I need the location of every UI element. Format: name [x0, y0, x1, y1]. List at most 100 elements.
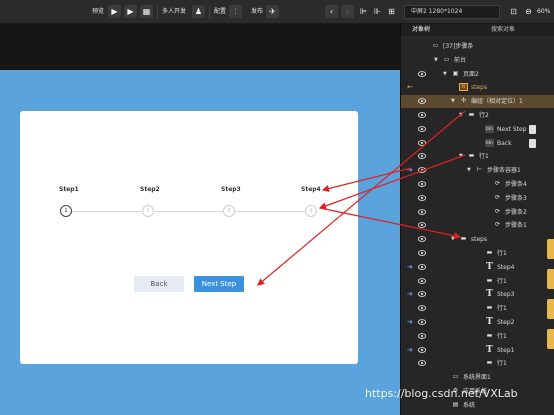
step-circle-4[interactable]: 4 [305, 205, 317, 217]
expand-caret-icon[interactable]: ▼ [451, 233, 455, 246]
side-tab[interactable] [547, 299, 554, 319]
expand-caret-icon[interactable]: ▼ [434, 54, 438, 67]
step-circle-1[interactable]: 1 [60, 205, 72, 217]
tree-row[interactable]: ▭ [37]步骤条 [401, 40, 554, 53]
tree-row-label: steps [471, 84, 488, 92]
node-type-icon: ✣ [460, 97, 467, 105]
tree-row[interactable]: btn Next Step [401, 123, 554, 136]
visibility-eye-icon[interactable] [418, 346, 426, 353]
visibility-eye-icon[interactable] [418, 208, 426, 215]
step-circle-2[interactable]: 2 [142, 205, 154, 217]
publish-send-icon[interactable]: ✈ [266, 5, 279, 18]
align-icon[interactable]: ⊫ [357, 5, 370, 18]
visibility-eye-icon[interactable] [418, 194, 426, 201]
expand-caret-icon[interactable]: ▼ [451, 95, 455, 108]
collab-user-icon[interactable]: ♟ [192, 5, 205, 18]
visibility-eye-icon[interactable] [418, 167, 426, 174]
visibility-eye-icon[interactable] [418, 139, 426, 146]
visibility-eye-icon[interactable] [418, 98, 426, 105]
tree-row[interactable]: ▬ 行1 [401, 275, 554, 288]
visibility-eye-icon[interactable] [418, 236, 426, 243]
expand-caret-icon[interactable]: ▼ [443, 68, 447, 81]
visibility-eye-icon[interactable] [418, 153, 426, 160]
tree-row[interactable]: ▬ 行1 [401, 302, 554, 315]
nav-back-icon[interactable]: ‹ [325, 5, 338, 18]
zoom-level[interactable]: 60% [537, 4, 550, 20]
tree-row[interactable]: ▼ ✣ 编组（相对定位）1 [401, 95, 554, 109]
expand-caret-icon[interactable]: ▼ [459, 150, 463, 163]
next-step-button[interactable]: Next Step [194, 276, 244, 292]
config-sliders-icon[interactable]: ⫶ [229, 5, 242, 18]
visibility-eye-icon[interactable] [418, 112, 426, 118]
visibility-eye-icon[interactable] [418, 277, 426, 284]
tree-row[interactable]: ⟳ 步骤条1 [401, 219, 554, 232]
node-type-icon: ⟳ [494, 193, 501, 201]
side-tab[interactable] [547, 239, 554, 259]
nav-forward-icon[interactable]: › [341, 5, 354, 18]
distribute-icon[interactable]: ⊪ [371, 5, 384, 18]
tree-row[interactable]: ➔ T Step1 [401, 344, 554, 357]
visibility-eye-icon[interactable] [418, 125, 426, 132]
tree-row[interactable]: ▬ 行1 [401, 357, 554, 370]
arrow-right-icon: ➔ [407, 345, 413, 354]
qr-code-icon[interactable]: ▦ [140, 5, 153, 18]
lock-icon[interactable] [529, 138, 536, 148]
tree-row[interactable]: ▼ ▬ steps [401, 233, 554, 246]
tree-row-label: 页面2 [463, 70, 479, 78]
visibility-eye-icon[interactable] [418, 263, 426, 270]
side-tab[interactable] [547, 329, 554, 349]
tree-row[interactable]: btn Back [401, 137, 554, 150]
tree-row[interactable]: ▬ 行1 [401, 330, 554, 343]
visibility-eye-icon[interactable] [418, 70, 426, 77]
step-circle-3[interactable]: 3 [223, 205, 235, 217]
tree-row[interactable]: ▭ 系统界面1 [401, 371, 554, 384]
tab-search-objects[interactable]: 搜索对象 [481, 24, 525, 36]
tree-row[interactable]: ⟳ 步骤条3 [401, 192, 554, 205]
visibility-eye-icon[interactable] [418, 291, 426, 298]
ruler-strip [0, 24, 400, 70]
visibility-eye-icon[interactable] [418, 222, 426, 229]
tree-row[interactable]: ▼ ▭ 前台 [401, 54, 554, 67]
device-select[interactable]: 中屏2 1280*1024 [404, 5, 500, 19]
tree-row[interactable]: ➔ ▼ ⊢ 步骤条容器1 [401, 164, 554, 177]
play-step-icon[interactable]: ▶ [124, 5, 137, 18]
tree-row-label: 行1 [497, 360, 507, 368]
play-icon[interactable]: ▶ [108, 5, 121, 18]
node-type-icon: ▭ [432, 42, 439, 49]
lock-icon[interactable] [529, 124, 536, 134]
step-connector [154, 211, 224, 212]
zoom-icon[interactable]: ⊖ [522, 5, 535, 18]
arrow-right-icon: ➔ [407, 262, 413, 271]
visibility-eye-icon[interactable] [418, 181, 426, 187]
tree-row[interactable]: ▼ ▬ 行1 [401, 150, 554, 163]
node-type-icon: btn [485, 138, 494, 147]
tree-row[interactable]: ➔ T Step4 [401, 261, 554, 274]
fit-screen-icon[interactable]: ⊡ [507, 5, 520, 18]
design-canvas[interactable]: Step1 Step2 Step3 Step4 1 2 3 4 Back Nex… [0, 70, 400, 415]
tree-row-label: Step1 [497, 346, 515, 354]
tree-row[interactable]: ▬ 行1 [401, 247, 554, 260]
tree-row[interactable]: ➔ T Step2 [401, 316, 554, 329]
tree-row[interactable]: ← Nsteps [401, 81, 554, 94]
visibility-eye-icon[interactable] [418, 250, 426, 256]
tree-row[interactable]: ▤ 系统 [401, 399, 554, 412]
node-type-icon: ▬ [486, 359, 493, 367]
tree-row[interactable]: ➔ T Step3 [401, 288, 554, 301]
back-button[interactable]: Back [134, 276, 184, 292]
tree-row[interactable]: ▼ ▣ 页面2 [401, 68, 554, 81]
tree-row[interactable]: ▼ ▬ 行2 [401, 109, 554, 122]
side-tab[interactable] [547, 269, 554, 289]
visibility-eye-icon[interactable] [418, 332, 426, 339]
node-type-icon: T [486, 317, 493, 327]
visibility-eye-icon[interactable] [418, 305, 426, 312]
visibility-eye-icon[interactable] [418, 360, 426, 367]
tree-row[interactable]: ⟳ 步骤条4 [401, 178, 554, 191]
steps-card[interactable]: Step1 Step2 Step3 Step4 1 2 3 4 Back Nex… [20, 111, 358, 364]
expand-caret-icon[interactable]: ▼ [459, 109, 463, 122]
tree-row[interactable]: ⟳ 步骤条2 [401, 206, 554, 219]
tree-row-label: 编组（相对定位）1 [471, 98, 523, 106]
tab-object-tree[interactable]: 对象树 [401, 24, 441, 36]
expand-caret-icon[interactable]: ▼ [467, 164, 471, 177]
layout-icon[interactable]: ⊞ [385, 5, 398, 18]
visibility-eye-icon[interactable] [418, 319, 426, 325]
